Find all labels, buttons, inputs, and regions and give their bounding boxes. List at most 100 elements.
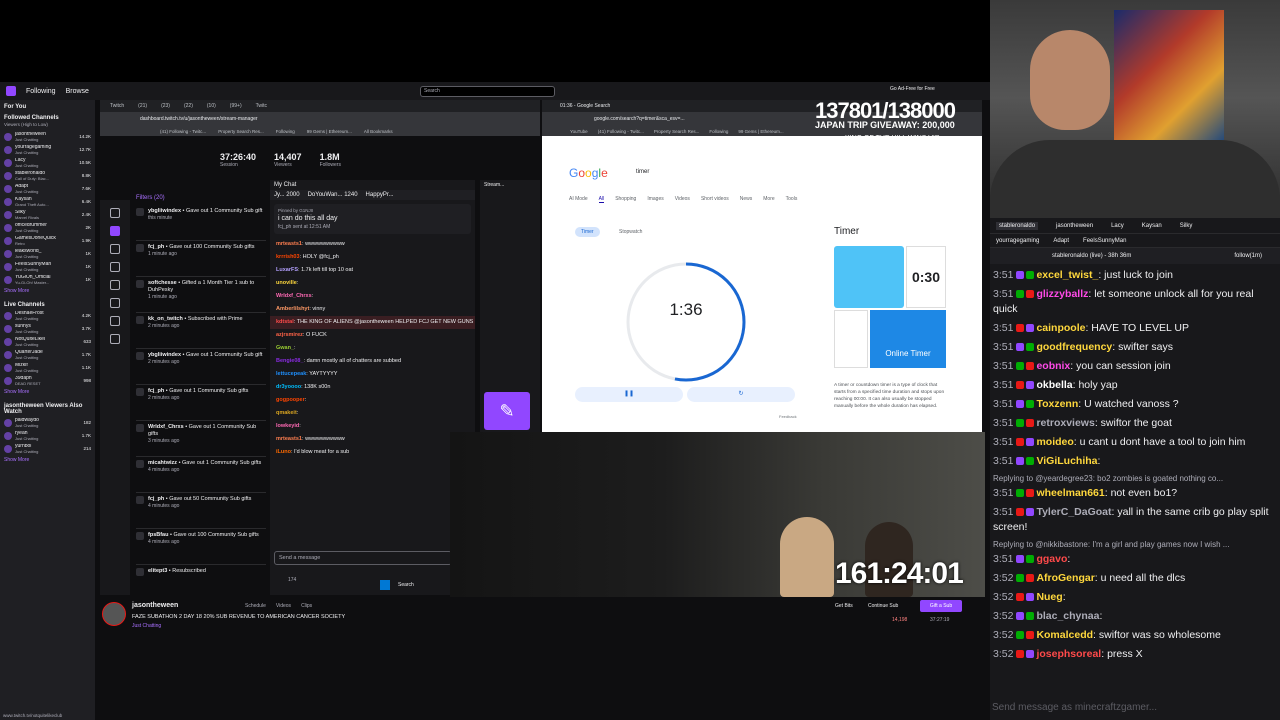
chat-username[interactable]: Bengie08_ (276, 358, 304, 364)
bookmark[interactable]: 99 Gems | Ethereum... (307, 129, 352, 134)
browser-tab[interactable]: (23) (161, 103, 170, 109)
chat-username[interactable]: TylerC_DaGoat (1036, 506, 1111, 518)
search-tab[interactable]: Shopping (615, 196, 636, 203)
activity-item[interactable]: fcj_ph • Gave out 100 Community Sub gift… (136, 241, 266, 277)
bookmark[interactable]: YouTube (570, 129, 588, 134)
tab-videos[interactable]: Videos (276, 603, 291, 609)
chat-username[interactable]: wheelman661 (1036, 487, 1104, 499)
activity-user[interactable]: ybgliiwindex (148, 208, 181, 214)
search-tab[interactable]: Tools (786, 196, 798, 203)
windows-start-icon[interactable] (380, 580, 390, 590)
chat-username[interactable]: Toxzenn (1036, 398, 1078, 410)
stream-manager-icon[interactable] (110, 226, 120, 236)
chat-username[interactable]: mrteasts1 (276, 241, 302, 247)
edit-stream-info-button[interactable]: ✎ (484, 392, 530, 430)
chat-tab[interactable]: Lacy (1111, 223, 1124, 229)
chat-username[interactable]: Gwan_ (276, 345, 294, 351)
chat-username[interactable]: eobnix (1036, 360, 1070, 372)
activity-item[interactable]: elitept3 • Resubscribed (136, 565, 266, 595)
show-more-live[interactable]: Show More (0, 387, 95, 399)
chat-tab[interactable]: stableronaldo (996, 221, 1039, 230)
chat-username[interactable]: retroxviews (1036, 417, 1094, 429)
broadcast-icon[interactable] (110, 244, 120, 254)
google-search-input[interactable]: timer (636, 169, 649, 175)
browser-tab[interactable]: Twitc (256, 103, 267, 109)
sidebar-channel[interactable]: Lacy Just Chatting 10.5K (0, 156, 95, 169)
sidebar-channel[interactable]: QuarterJade Just Chatting 1.7K (0, 348, 95, 361)
activity-item[interactable]: fcj_ph • Gave out 50 Community Sub gifts… (136, 493, 266, 529)
chat-username[interactable]: mrteasts1 (276, 436, 302, 442)
chat-username[interactable]: azjrsmirez (276, 332, 303, 338)
sidebar-channel[interactable]: officedrummer Just Chatting 2K (0, 221, 95, 234)
sidebar-channel[interactable]: Kaysan Grand Theft Auto... 6.4K (0, 195, 95, 208)
chat-tab[interactable]: yourragegaming (996, 238, 1039, 244)
activity-item[interactable]: softchesse • Gifted a 1 Month Tier 1 sub… (136, 277, 266, 313)
activity-item[interactable]: kk_on_twitch • Subscribed with Prime 2 mi… (136, 313, 266, 349)
feedback-link[interactable]: Feedback (779, 414, 797, 419)
chat-username[interactable]: Komalcedd (1036, 629, 1093, 641)
stream-category[interactable]: Just Chatting (132, 623, 161, 629)
get-bits-button[interactable]: Get Bits (835, 600, 853, 612)
community-icon[interactable] (110, 280, 120, 290)
search-tab[interactable]: Videos (675, 196, 690, 203)
chat-tab[interactable]: Kaysan (1142, 223, 1162, 229)
activity-user[interactable]: elitept3 (148, 568, 167, 574)
activity-user[interactable]: micahtwizz (148, 460, 177, 466)
chat-tab[interactable]: Silky (1180, 223, 1193, 229)
activity-user[interactable]: softchesse (148, 280, 177, 286)
kp-image-red[interactable] (834, 310, 868, 368)
sidebar-channel[interactable]: paidwaydo Just Chatting 182 (0, 416, 95, 429)
bookmark[interactable]: All Bookmarks (364, 129, 393, 134)
timer-reset-button[interactable]: ↻ (687, 387, 795, 402)
chat-tab[interactable]: FeelsSunnyMan (1083, 238, 1126, 244)
search-tab[interactable]: All (598, 196, 605, 203)
chat-username[interactable]: Wrldxf_Chrxs (276, 293, 312, 299)
kp-image-stopwatch[interactable] (834, 246, 904, 308)
chat-username[interactable]: ViGiLuchiha (1036, 455, 1097, 467)
activity-item[interactable]: Wrldxf_Chrxs • Gave out 1 Community Sub … (136, 421, 266, 457)
insights-icon[interactable] (110, 262, 120, 272)
bookmark[interactable]: (41) Following - Twitc... (598, 129, 644, 134)
bookmark[interactable]: (41) Following - Twitc... (160, 129, 206, 134)
twitch-search-input[interactable]: Search (420, 86, 555, 97)
avatar[interactable] (102, 602, 126, 626)
chat-username[interactable]: okbella (1036, 379, 1072, 391)
chat-tab[interactable]: Adapt (1053, 238, 1069, 244)
browser-tab[interactable]: (22) (184, 103, 193, 109)
continue-sub-button[interactable]: Continue Sub (868, 600, 898, 612)
search-tab[interactable]: AI Mode (569, 196, 588, 203)
settings-icon[interactable] (110, 334, 120, 344)
chat-username[interactable]: glizzyballz (1036, 288, 1088, 300)
activity-item[interactable]: fcj_ph • Gave out 1 Community Sub gifts 2… (136, 385, 266, 421)
monetization-icon[interactable] (110, 316, 120, 326)
sidebar-channel[interactable]: 39daph DEAD RESET 998 (0, 374, 95, 387)
activity-user[interactable]: Wrldxf_Chrxs (148, 424, 184, 430)
activity-user[interactable]: fpsBfau (148, 532, 168, 538)
search-tab[interactable]: News (740, 196, 753, 203)
taskbar-search[interactable]: Search (398, 582, 414, 588)
activity-filters[interactable]: Filters (20) (136, 195, 266, 201)
bookmark[interactable]: 99 Gems | Ethereum... (738, 129, 783, 134)
sidebar-channel[interactable]: Silky Marvel Rivals 2.4K (0, 208, 95, 221)
sidebar-channel[interactable]: DeshaeFrost Just Chatting 4.2K (0, 309, 95, 322)
chat-input-field[interactable]: Send message as minecraftzgamer... (990, 694, 1280, 720)
activity-item[interactable]: micahtwizz • Gave out 1 Community Sub gi… (136, 457, 266, 493)
chat-username[interactable]: goodfrequency (1036, 341, 1112, 353)
search-tab[interactable]: More (763, 196, 774, 203)
chat-username[interactable]: Nueg (1036, 591, 1062, 603)
search-tab[interactable]: Images (647, 196, 663, 203)
chat-username[interactable]: AfroGengar (1036, 572, 1094, 584)
activity-user[interactable]: fcj_ph (148, 496, 164, 502)
chat-username[interactable]: dr3yoooo (276, 384, 301, 390)
chat-username[interactable]: krrrish03 (276, 254, 300, 260)
activity-user[interactable]: fcj_ph (148, 244, 164, 250)
channel-name[interactable]: jasontheween (132, 602, 178, 609)
nav-following[interactable]: Following (26, 88, 56, 95)
activity-item[interactable]: fpsBfau • Gave out 100 Community Sub gif… (136, 529, 266, 565)
nav-browse[interactable]: Browse (66, 88, 89, 95)
google-tab[interactable]: 01:36 - Google Search (560, 103, 610, 109)
activity-user[interactable]: fcj_ph (148, 388, 164, 394)
chat-username[interactable]: iLuno (276, 449, 291, 455)
bookmark[interactable]: Following (276, 129, 295, 134)
show-more-followed[interactable]: Show More (0, 286, 95, 298)
